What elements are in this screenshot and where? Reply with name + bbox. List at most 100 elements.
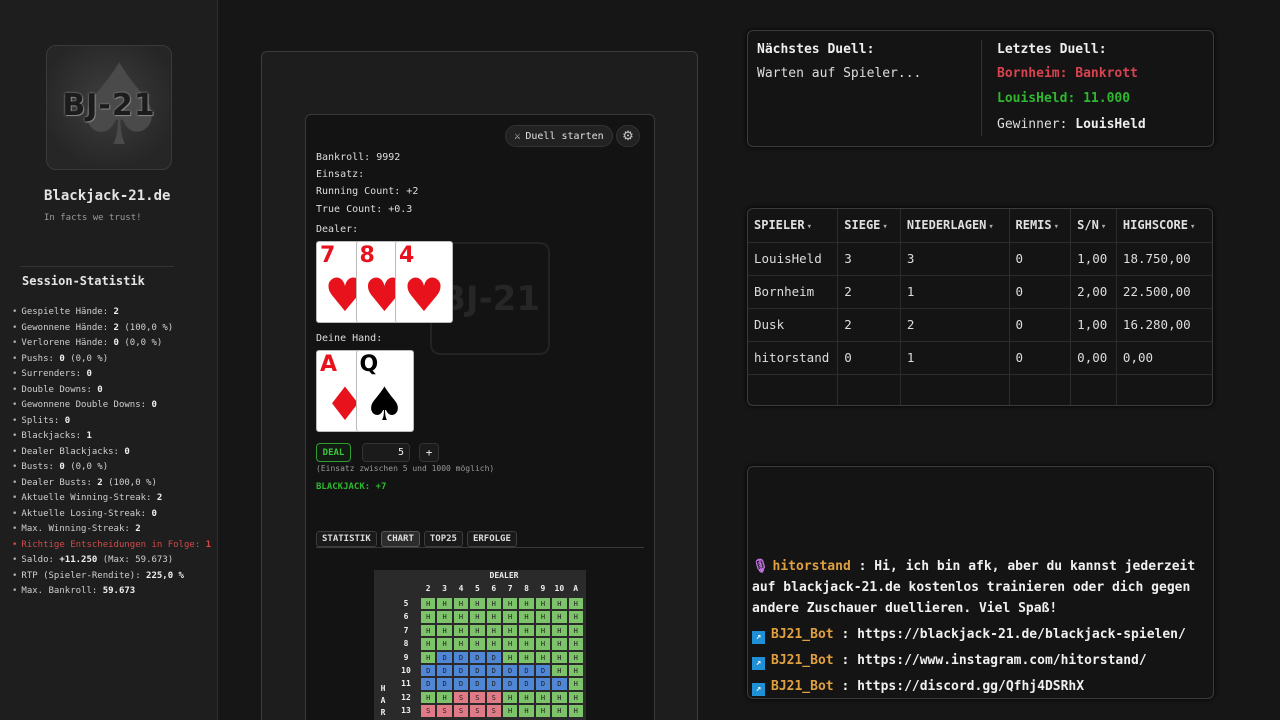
true-count-text: True Count: +0.3 [316, 204, 413, 215]
start-duel-button[interactable]: ⚔ Duell starten [505, 125, 613, 147]
chart-cell: H [551, 637, 568, 651]
chat-username[interactable]: BJ21_Bot [771, 653, 834, 668]
sidebar-divider [20, 266, 174, 267]
chart-cell: H [551, 650, 568, 664]
leaderboard-row: Dusk 2 2 0 1,00 16.280,00 [748, 308, 1212, 342]
leaderboard-cell: 2 [837, 308, 901, 342]
chart-cell: H [420, 610, 437, 624]
stat-label: Saldo: [21, 555, 60, 565]
settings-gear-icon[interactable]: ⚙ [616, 125, 640, 147]
chart-cell: H [567, 663, 584, 678]
leaderboard-row: LouisHeld 3 3 0 1,00 18.750,00 [748, 242, 1212, 276]
chat-username[interactable]: hitorstand [773, 559, 851, 574]
chat-separator: : [850, 559, 875, 574]
chart-row: 7HHHHHHHHHH [392, 623, 584, 638]
card-suit-icon: ♠ [363, 377, 406, 431]
leaderboard-cell [1116, 374, 1212, 405]
leaderboard-empty-row [748, 374, 1212, 405]
chart-cell: D [485, 677, 502, 691]
leaderboard-cell: LouisHeld [748, 242, 839, 276]
card-rank: 7 [320, 243, 336, 268]
tab-chart[interactable]: CHART [380, 531, 420, 547]
dealer-upcard-label: 10 [554, 584, 565, 593]
column-header-label: REMIS [1015, 218, 1052, 233]
stat-value: +11.250 [59, 555, 98, 565]
chart-cell: D [534, 677, 552, 691]
chart-cell: D [420, 677, 437, 691]
bankroll-text: Bankroll: 9992 [316, 152, 401, 163]
chat-text: https://discord.gg/Qfhj4DSRhX [857, 679, 1085, 694]
stat-label: Dealer Busts: [21, 477, 98, 488]
hard-hands-label: HARD [379, 683, 387, 720]
hard-letter: R [380, 708, 386, 717]
leaderboard-cell: 3 [900, 242, 1010, 276]
chart-cell: H [551, 597, 568, 611]
column-header-s-n[interactable]: S/N ▾ [1070, 209, 1117, 243]
chart-cell: H [518, 690, 535, 705]
hand-total-label: 11 [401, 679, 411, 689]
column-header-highscore[interactable]: HIGHSCORE ▾ [1116, 209, 1212, 243]
column-header-niederlagen[interactable]: NIEDERLAGEN ▾ [900, 209, 1010, 243]
winner-label: Gewinner: [997, 117, 1076, 132]
stat-item: Surrenders: 0 [12, 367, 211, 383]
dealer-upcard-label: 2 [425, 584, 431, 593]
duel-divider [981, 40, 982, 136]
leaderboard: SPIELER ▾ SIEGE ▾ NIEDERLAGEN ▾ REMIS ▾ S/N ▾ HIGH… [747, 208, 1213, 406]
chart-cell: H [518, 650, 535, 664]
stat-label: Aktuelle Winning-Streak: [21, 493, 157, 503]
stat-label: Splits: [21, 415, 65, 426]
leaderboard-cell: 1,00 [1070, 308, 1117, 342]
tab-statistik[interactable]: STATISTIK [316, 531, 377, 547]
chart-cell: H [436, 637, 453, 651]
chat-username[interactable]: BJ21_Bot [771, 679, 834, 694]
hand-total-label: 6 [403, 612, 409, 622]
column-header-spieler[interactable]: SPIELER ▾ [748, 209, 839, 243]
column-header-siege[interactable]: SIEGE ▾ [837, 209, 901, 243]
stat-label: Aktuelle Losing-Streak: [21, 508, 152, 519]
chat-username[interactable]: BJ21_Bot [771, 627, 834, 642]
dealer-upcard-label: 8 [524, 584, 529, 593]
tab-top25[interactable]: TOP25 [423, 531, 463, 547]
sort-caret-icon[interactable]: ▾ [807, 222, 812, 232]
site-logo[interactable]: ♠ BJ-21 [46, 45, 172, 170]
leaderboard-cell: 3 [837, 242, 901, 276]
chart-cell: H [518, 704, 535, 718]
tab-erfolge[interactable]: ERFOLGE [466, 531, 517, 547]
chart-row: 12 H H S S S H H H H H [392, 690, 584, 705]
game-tabs: STATISTIK CHART TOP25 ERFOLGE [316, 531, 517, 547]
sort-caret-icon[interactable]: ▾ [988, 222, 993, 232]
tabs-divider [316, 547, 644, 548]
sort-caret-icon[interactable]: ▾ [1101, 222, 1106, 232]
chart-cell: H [420, 690, 437, 705]
strategy-chart-header: 2 3 4 5 6 7 8 9 10 A [420, 584, 584, 593]
stat-item: Aktuelle Losing-Streak: 0 [12, 507, 211, 523]
deal-button[interactable]: DEAL [316, 443, 351, 462]
column-header-remis[interactable]: REMIS ▾ [1009, 209, 1072, 243]
chart-row: 11 D D D D D D D D D H [392, 677, 584, 691]
stat-extra: (100,0 %) [118, 322, 174, 333]
dealer-upcard-label: 5 [474, 584, 480, 593]
bet-amount-input[interactable] [362, 443, 410, 462]
chart-cell: D [469, 677, 486, 691]
sort-caret-icon[interactable]: ▾ [1054, 222, 1059, 232]
stat-value: 0 [151, 508, 157, 519]
site-title[interactable]: Blackjack-21.de [44, 188, 170, 204]
chart-cell: H [452, 623, 470, 638]
chart-cell: D [436, 677, 453, 691]
chart-cell: D [420, 663, 437, 678]
stat-extra: (100,0 %) [102, 477, 157, 488]
leaderboard-row: Bornheim 2 1 0 2,00 22.500,00 [748, 275, 1212, 309]
chart-cell: H [534, 610, 552, 624]
column-header-label: SIEGE [844, 218, 881, 233]
chart-cell: H [452, 610, 470, 624]
chart-cell: S [469, 690, 486, 705]
sort-caret-icon[interactable]: ▾ [882, 222, 887, 232]
chart-cell: D [501, 663, 519, 678]
chart-cell: H [452, 597, 470, 611]
chart-cell: D [551, 677, 568, 691]
increase-bet-button[interactable]: + [419, 443, 439, 462]
bot-badge-icon: ↗ [752, 657, 765, 670]
stat-extra: (0,0 %) [118, 338, 163, 348]
sort-caret-icon[interactable]: ▾ [1190, 222, 1195, 232]
stat-item: Gewonnene Hände: 2 (100,0 %) [12, 321, 211, 337]
